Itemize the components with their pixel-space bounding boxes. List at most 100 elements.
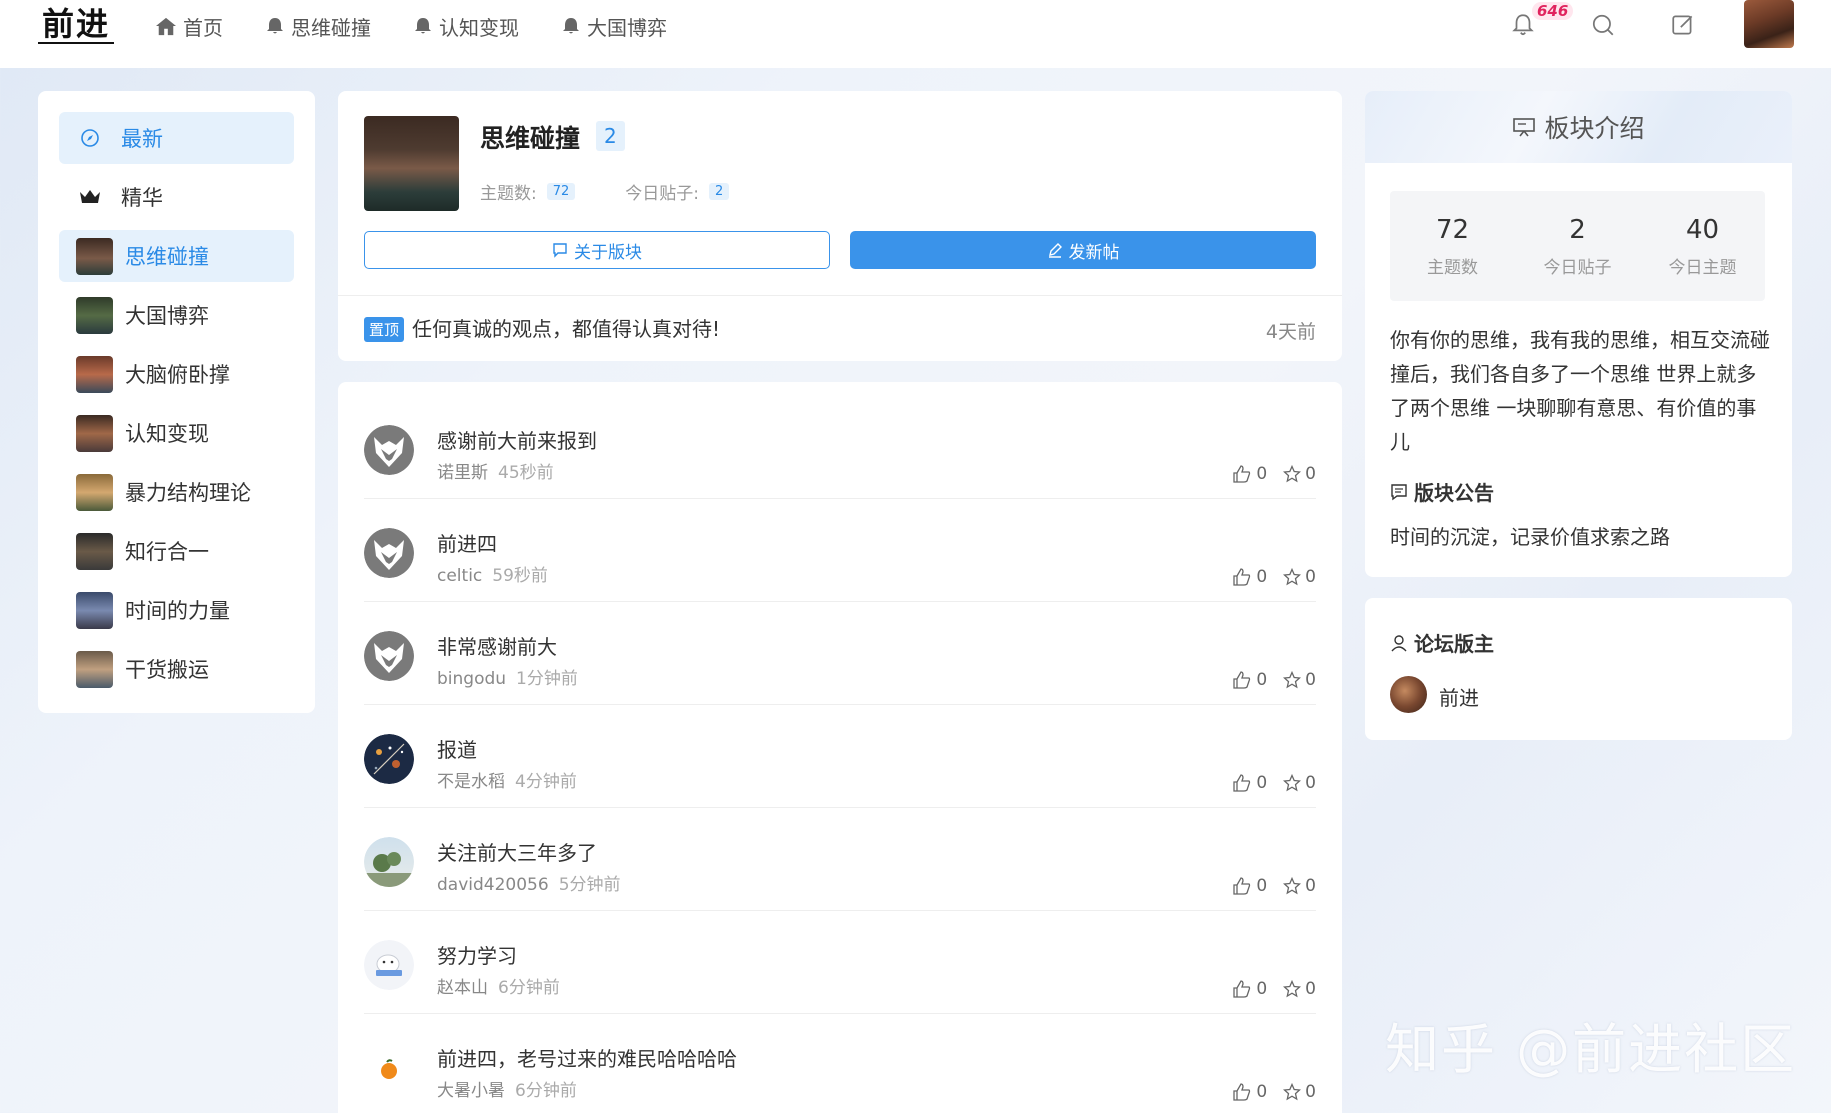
post-author[interactable]: 不是水稻: [437, 772, 505, 792]
post-actions: 0 0: [1216, 464, 1316, 484]
like-button[interactable]: 0: [1232, 567, 1267, 587]
pinned-post-time: 4天前: [1265, 321, 1316, 343]
like-count: 0: [1256, 1082, 1268, 1102]
notification-badge: 646: [1532, 2, 1574, 20]
board-avatar: [76, 355, 113, 393]
stat-today-posts: 2 今日贴子: [1515, 215, 1640, 278]
star-button[interactable]: 0: [1283, 979, 1316, 999]
post-title[interactable]: 前进四: [437, 528, 497, 557]
post-meta: 不是水稻 4分钟前: [437, 767, 577, 792]
watermark: 知乎 @前进社区: [1385, 1018, 1797, 1081]
sidebar-item-dry-goods[interactable]: 干货搬运: [59, 643, 294, 695]
like-count: 0: [1256, 979, 1268, 999]
post-title[interactable]: 报道: [437, 734, 477, 763]
nav-cognition[interactable]: 认知变现: [413, 12, 519, 41]
sidebar-item-geopolitics[interactable]: 大国博弈: [59, 289, 294, 341]
post-actions: 0 0: [1216, 1082, 1316, 1102]
star-button[interactable]: 0: [1283, 567, 1316, 587]
sidebar-item-label: 大脑俯卧撑: [125, 363, 230, 387]
post-title[interactable]: 努力学习: [437, 940, 517, 969]
post-item[interactable]: 非常感谢前大 bingodu 1分钟前 0 0: [364, 602, 1316, 705]
like-count: 0: [1256, 567, 1268, 587]
edit-icon[interactable]: [1670, 12, 1696, 38]
post-title[interactable]: 关注前大三年多了: [437, 837, 597, 866]
sidebar-item-latest[interactable]: 最新: [59, 112, 294, 164]
sidebar-item-featured[interactable]: 精华: [59, 171, 294, 223]
post-author[interactable]: celtic: [437, 566, 482, 586]
post-avatar[interactable]: [364, 1043, 414, 1093]
post-author[interactable]: bingodu: [437, 669, 506, 689]
post-title[interactable]: 非常感谢前大: [437, 631, 557, 660]
post-author[interactable]: 赵本山: [437, 978, 488, 998]
post-meta: celtic 59秒前: [437, 561, 548, 586]
nav-home[interactable]: 首页: [155, 12, 223, 41]
nav-geopolitics-label: 大国博弈: [587, 15, 667, 40]
post-avatar[interactable]: [364, 631, 414, 681]
moderator-avatar[interactable]: [1390, 676, 1427, 713]
today-posts-value: 2: [709, 183, 730, 200]
like-button[interactable]: 0: [1232, 773, 1267, 793]
star-icon: [1283, 1083, 1302, 1101]
nav-thinking[interactable]: 思维碰撞: [265, 12, 371, 41]
home-icon: [156, 17, 176, 36]
nav-geopolitics[interactable]: 大国博弈: [561, 12, 667, 41]
message-icon: [1391, 483, 1407, 500]
post-item[interactable]: 努力学习 赵本山 6分钟前 0 0: [364, 911, 1316, 1014]
like-button[interactable]: 0: [1232, 670, 1267, 690]
search-icon[interactable]: [1590, 12, 1616, 38]
notification-bell-icon[interactable]: [1510, 12, 1536, 38]
post-avatar[interactable]: [364, 734, 414, 784]
today-posts-label: 今日贴子:: [625, 184, 700, 204]
sidebar-item-brain-pushup[interactable]: 大脑俯卧撑: [59, 348, 294, 400]
like-button[interactable]: 0: [1232, 1082, 1267, 1102]
about-board-button[interactable]: 关于版块: [364, 231, 830, 269]
thumbs-up-icon: [1233, 980, 1251, 998]
sidebar-item-violence-structure[interactable]: 暴力结构理论: [59, 466, 294, 518]
star-icon: [1283, 877, 1302, 895]
post-title[interactable]: 前进四，老号过来的难民哈哈哈哈: [437, 1043, 737, 1072]
post-item[interactable]: 报道 不是水稻 4分钟前 0 0: [364, 705, 1316, 808]
post-author[interactable]: david420056: [437, 875, 549, 895]
user-avatar[interactable]: [1744, 0, 1794, 48]
post-avatar[interactable]: [364, 425, 414, 475]
moderator-name[interactable]: 前进: [1439, 682, 1479, 711]
post-avatar[interactable]: [364, 528, 414, 578]
star-button[interactable]: 0: [1283, 773, 1316, 793]
bell-icon: [563, 18, 579, 34]
top-bar: 前进 首页 思维碰撞 认知变现 大国博弈 646: [0, 0, 1831, 68]
pinned-tag: 置顶: [364, 317, 405, 342]
post-item[interactable]: 感谢前大前来报到 诺里斯 45秒前 0 0: [364, 396, 1316, 499]
post-author[interactable]: 大暑小暑: [437, 1081, 505, 1101]
like-button[interactable]: 0: [1232, 979, 1267, 999]
stat-label: 主题数: [1427, 257, 1478, 278]
post-item[interactable]: 前进四 celtic 59秒前 0 0: [364, 499, 1316, 602]
star-button[interactable]: 0: [1283, 670, 1316, 690]
post-avatar[interactable]: [364, 940, 414, 990]
sidebar-item-cognition[interactable]: 认知变现: [59, 407, 294, 459]
sidebar-item-label: 干货搬运: [125, 658, 209, 682]
stat-today-topics: 40 今日主题: [1640, 215, 1765, 278]
stat-value: 2: [1569, 214, 1586, 245]
sidebar-item-knowledge-action[interactable]: 知行合一: [59, 525, 294, 577]
star-button[interactable]: 0: [1283, 876, 1316, 896]
post-item[interactable]: 关注前大三年多了 david420056 5分钟前 0 0: [364, 808, 1316, 911]
topics-value: 72: [546, 183, 576, 200]
post-title[interactable]: 感谢前大前来报到: [437, 425, 597, 454]
star-button[interactable]: 0: [1283, 1082, 1316, 1102]
like-button[interactable]: 0: [1232, 464, 1267, 484]
board-avatar: [76, 237, 113, 275]
pinned-post-title[interactable]: 任何真诚的观点，都值得认真对待!: [412, 313, 720, 342]
post-meta: bingodu 1分钟前: [437, 664, 578, 689]
post-avatar[interactable]: [364, 837, 414, 887]
site-logo[interactable]: 前进: [38, 6, 115, 44]
like-button[interactable]: 0: [1232, 876, 1267, 896]
new-post-button[interactable]: 发新帖: [850, 231, 1316, 269]
sidebar-item-power-of-time[interactable]: 时间的力量: [59, 584, 294, 636]
star-button[interactable]: 0: [1283, 464, 1316, 484]
board-avatar: [76, 414, 113, 452]
sidebar-item-thinking[interactable]: 思维碰撞: [59, 230, 294, 282]
post-author[interactable]: 诺里斯: [437, 463, 488, 483]
new-post-label: 发新帖: [1068, 242, 1120, 263]
notice-text: 时间的沉淀，记录价值求索之路: [1390, 525, 1670, 549]
post-item[interactable]: 前进四，老号过来的难民哈哈哈哈 大暑小暑 6分钟前 0 0: [364, 1014, 1316, 1113]
